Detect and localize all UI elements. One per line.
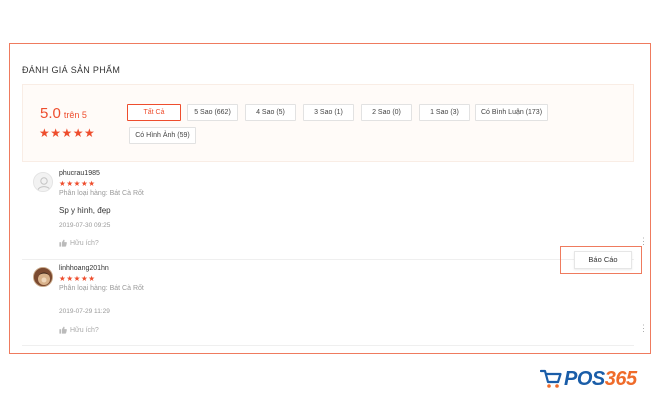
product-reviews-panel: ĐÁNH GIÁ SẢN PHẨM 5.0 trên 5 ★★★★★ Tất Cả… bbox=[9, 43, 651, 354]
filter-all-button[interactable]: Tất Cả bbox=[127, 104, 181, 121]
review-timestamp: 2019-07-29 11:29 bbox=[59, 308, 110, 315]
helpful-label: Hữu ích? bbox=[70, 239, 99, 247]
review-divider bbox=[22, 259, 634, 260]
filter-5-star-button[interactable]: 5 Sao (662) bbox=[187, 104, 238, 121]
filter-4-star-button[interactable]: 4 Sao (5) bbox=[245, 104, 296, 121]
filter-3-star-button[interactable]: 3 Sao (1) bbox=[303, 104, 354, 121]
review-variation: Phân loại hàng: Bát Cà Rốt bbox=[59, 285, 144, 292]
filter-2-star-button[interactable]: 2 Sao (0) bbox=[361, 104, 412, 121]
review-stars: ★★★★★ bbox=[59, 179, 96, 188]
rating-score-value: 5.0 bbox=[40, 105, 61, 122]
brand-prefix: POS bbox=[564, 367, 605, 390]
rating-summary: 5.0 trên 5 ★★★★★ Tất Cả 5 Sao (662) 4 Sao… bbox=[22, 84, 634, 162]
helpful-button[interactable]: Hữu ích? bbox=[59, 326, 99, 334]
review-username[interactable]: phucrau1985 bbox=[59, 170, 100, 177]
review-item: phucrau1985 ★★★★★ Phân loại hàng: Bát Cà… bbox=[22, 168, 648, 258]
thumbs-up-icon bbox=[59, 326, 67, 334]
filter-with-comment-button[interactable]: Có Bình Luận (173) bbox=[475, 104, 548, 121]
section-title: ĐÁNH GIÁ SẢN PHẨM bbox=[22, 65, 121, 75]
user-avatar-icon[interactable] bbox=[33, 267, 53, 287]
more-options-icon[interactable]: ⋮ bbox=[639, 324, 648, 333]
review-username[interactable]: linhhoang201hn bbox=[59, 265, 109, 272]
brand-number: 365 bbox=[604, 367, 637, 390]
rating-stars: ★★★★★ bbox=[39, 126, 96, 140]
helpful-label: Hữu ích? bbox=[70, 326, 99, 334]
review-stars: ★★★★★ bbox=[59, 274, 96, 283]
rating-score-suffix: trên 5 bbox=[63, 110, 87, 120]
rating-score: 5.0 trên 5 bbox=[40, 105, 87, 123]
thumbs-up-icon bbox=[59, 239, 67, 247]
review-item: linhhoang201hn ★★★★★ Phân loại hàng: Bát… bbox=[22, 263, 648, 343]
user-avatar-icon[interactable] bbox=[33, 172, 53, 192]
review-timestamp: 2019-07-30 09:25 bbox=[59, 222, 111, 229]
review-comment: Sp y hình, đẹp bbox=[59, 206, 111, 215]
report-button[interactable]: Báo Cáo bbox=[574, 251, 632, 269]
pos365-logo: POS365 bbox=[540, 364, 637, 394]
review-divider bbox=[22, 345, 634, 346]
filter-with-photo-button[interactable]: Có Hình Ảnh (59) bbox=[129, 127, 196, 144]
review-variation: Phân loại hàng: Bát Cà Rốt bbox=[59, 190, 144, 197]
helpful-button[interactable]: Hữu ích? bbox=[59, 239, 99, 247]
shopping-cart-icon bbox=[540, 369, 562, 388]
filter-1-star-button[interactable]: 1 Sao (3) bbox=[419, 104, 470, 121]
more-options-icon[interactable]: ⋮ bbox=[639, 237, 648, 246]
